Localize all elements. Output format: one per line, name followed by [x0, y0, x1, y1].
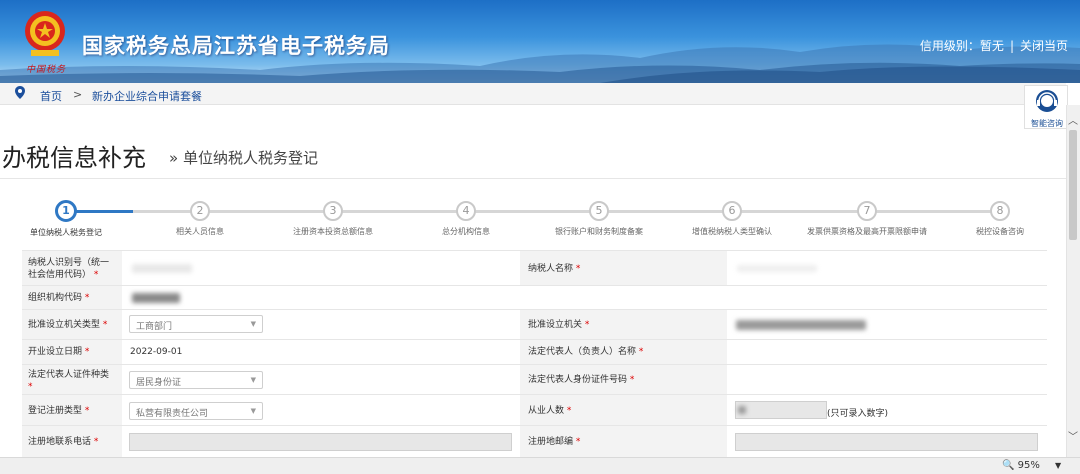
step-4[interactable]: 4 总分机构信息 [401, 198, 531, 237]
reg-type-select[interactable]: 私营有限责任公司 ▼ [129, 402, 263, 420]
reg-phone-input[interactable] [129, 433, 512, 451]
step-5[interactable]: 5 银行账户和财务制度备案 [534, 198, 664, 237]
header-banner: 中国税务 国家税务总局江苏省电子税务局 信用级别：暂无 | 关闭当页 [0, 0, 1080, 83]
step-5-label: 银行账户和财务制度备案 [555, 227, 643, 236]
scroll-up-icon[interactable]: ︿ [1068, 112, 1078, 127]
step-2-label: 相关人员信息 [176, 227, 224, 236]
smart-consult-button[interactable]: 智能咨询 [1024, 85, 1068, 129]
employees-input[interactable] [735, 401, 827, 419]
step-7[interactable]: 7 发票供票资格及最高开票限额申请 [802, 198, 932, 237]
location-pin-icon [15, 86, 25, 99]
title-divider [0, 178, 1066, 179]
registration-form: 纳税人识别号（统一 社会信用代码） * 纳税人名称 * 组织机构代码 * 批准设… [22, 250, 1047, 457]
legal-rep-idtype-select[interactable]: 居民身份证 ▼ [129, 371, 263, 389]
step-2[interactable]: 2 相关人员信息 [135, 198, 265, 237]
taxpayer-id-label: 纳税人识别号（统一 社会信用代码） * [28, 258, 110, 280]
legal-rep-idno-label: 法定代表人身份证件号码 * [528, 375, 635, 385]
breadcrumb-current[interactable]: 新办企业综合申请套餐 [92, 88, 202, 104]
step-1[interactable]: 1 单位纳税人税务登记 [1, 198, 131, 238]
step-3-label: 注册资本投资总额信息 [293, 227, 373, 236]
form-row: 纳税人识别号（统一 社会信用代码） * 纳税人名称 * [22, 250, 1047, 285]
employees-label: 从业人数 * [528, 406, 572, 416]
scrollbar-thumb[interactable] [1069, 130, 1077, 240]
employees-hint: (只可录入数字) [827, 409, 889, 419]
zoom-level[interactable]: 🔍 95% [1002, 460, 1040, 471]
form-row: 开业设立日期 * 2022-09-01 法定代表人（负责人）名称 * [22, 339, 1047, 364]
header-separator: | [1009, 39, 1014, 53]
page-title: 办税信息补充 [2, 144, 146, 172]
step-6[interactable]: 6 增值税纳税人类型确认 [667, 198, 797, 237]
step-8[interactable]: 8 税控设备咨询 [935, 198, 1065, 237]
step-8-label: 税控设备咨询 [976, 227, 1024, 236]
page-subtitle: » 单位纳税人税务登记 [169, 149, 318, 167]
form-row: 登记注册类型 * 私营有限责任公司 ▼ 从业人数 * (只可录入数字) [22, 394, 1047, 425]
open-date-label: 开业设立日期 * [28, 347, 90, 357]
taxpayer-name-label: 纳税人名称 * [528, 264, 581, 274]
breadcrumb: 首页 > 新办企业综合申请套餐 [0, 83, 1066, 105]
taxpayer-id-value [132, 264, 192, 273]
chevron-down-icon: ▼ [250, 320, 256, 328]
step-7-number: 7 [857, 201, 877, 221]
site-title: 国家税务总局江苏省电子税务局 [82, 34, 390, 58]
org-code-value [132, 293, 180, 303]
step-1-number: 1 [55, 200, 77, 222]
taxpayer-name-value [737, 265, 817, 272]
form-row: 法定代表人证件种类 * 居民身份证 ▼ 法定代表人身份证件号码 * [22, 364, 1047, 394]
step-3-number: 3 [323, 201, 343, 221]
scroll-down-icon[interactable]: ﹀ [1068, 428, 1078, 443]
breadcrumb-home-link[interactable]: 首页 [40, 88, 62, 104]
status-bar: 🔍 95% ▼ [0, 457, 1080, 474]
credit-level-link[interactable]: 信用级别：暂无 [920, 39, 1004, 53]
close-page-link[interactable]: 关闭当页 [1020, 39, 1068, 53]
step-2-number: 2 [190, 201, 210, 221]
step-8-number: 8 [990, 201, 1010, 221]
legal-rep-name-label: 法定代表人（负责人）名称 * [528, 347, 644, 357]
step-5-number: 5 [589, 201, 609, 221]
employees-value [738, 406, 746, 414]
org-code-label: 组织机构代码 * [28, 293, 90, 303]
form-row: 组织机构代码 * [22, 285, 1047, 309]
form-row: 注册地联系电话 * 注册地邮编 * [22, 425, 1047, 457]
step-1-label: 单位纳税人税务登记 [30, 228, 102, 237]
step-4-number: 4 [456, 201, 476, 221]
legal-rep-idtype-label: 法定代表人证件种类 * [28, 370, 110, 392]
tax-emblem-icon [25, 11, 65, 56]
headset-icon [1036, 90, 1058, 112]
chevron-down-icon: ▼ [250, 376, 256, 384]
approval-type-select[interactable]: 工商部门 ▼ [129, 315, 263, 333]
form-row: 批准设立机关类型 * 工商部门 ▼ 批准设立机关 * [22, 309, 1047, 339]
zoom-dropdown-icon[interactable]: ▼ [1055, 461, 1061, 470]
chevron-down-icon: ▼ [250, 407, 256, 415]
step-7-label: 发票供票资格及最高开票限额申请 [807, 227, 927, 236]
brand-signature: 中国税务 [26, 65, 67, 75]
smart-consult-label: 智能咨询 [1031, 119, 1063, 128]
progress-stepper: 1 单位纳税人税务登记 2 相关人员信息 3 注册资本投资总额信息 4 总分机构… [0, 198, 1066, 242]
step-3[interactable]: 3 注册资本投资总额信息 [268, 198, 398, 237]
approval-org-value [736, 320, 866, 330]
step-6-number: 6 [722, 201, 742, 221]
header-links: 信用级别：暂无 | 关闭当页 [920, 37, 1068, 54]
reg-zip-input[interactable] [735, 433, 1038, 451]
step-6-label: 增值税纳税人类型确认 [692, 227, 772, 236]
open-date-value: 2022-09-01 [130, 347, 183, 357]
reg-type-label: 登记注册类型 * [28, 406, 90, 416]
reg-zip-label: 注册地邮编 * [528, 437, 581, 447]
breadcrumb-separator: > [73, 88, 83, 101]
approval-org-label: 批准设立机关 * [528, 320, 590, 330]
approval-type-label: 批准设立机关类型 * [28, 320, 108, 330]
step-4-label: 总分机构信息 [442, 227, 490, 236]
reg-phone-label: 注册地联系电话 * [28, 437, 99, 447]
